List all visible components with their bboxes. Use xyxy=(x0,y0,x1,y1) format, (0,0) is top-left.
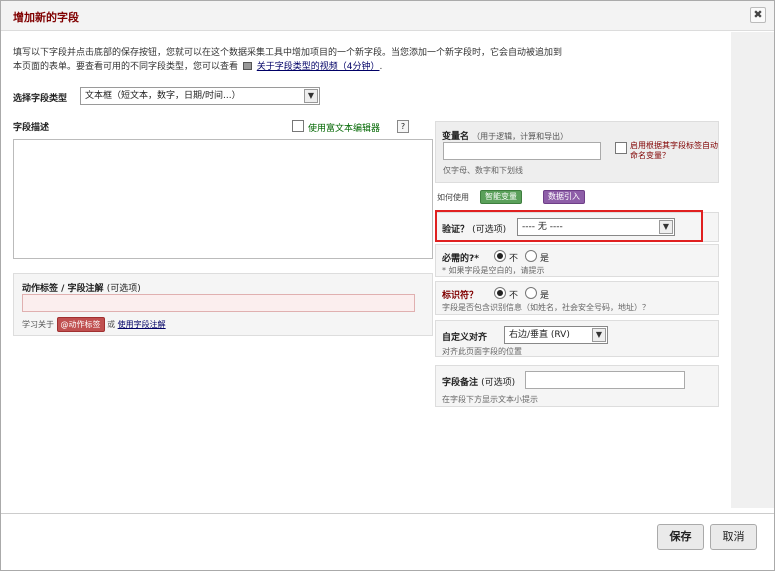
field-note-label-text: 字段备注 xyxy=(442,378,479,388)
footer-divider xyxy=(1,513,774,514)
action-tags-label: 动作标签 / 字段注解 (可选项) xyxy=(22,281,141,294)
smart-variables-button[interactable]: 智能变量 xyxy=(480,190,522,204)
field-annotation-link[interactable]: 使用字段注解 xyxy=(118,320,166,329)
dialog-content: 填写以下字段并点击底部的保存按钮，您就可以在这个数据采集工具中增加项目的一个新字… xyxy=(1,32,731,508)
rich-text-label[interactable]: 使用富文本编辑器 xyxy=(308,121,380,134)
required-yes-label: 是 xyxy=(540,254,550,264)
variable-name-input[interactable] xyxy=(443,142,601,160)
field-types-video-link[interactable]: 关于字段类型的视频（4分钟） xyxy=(257,62,380,72)
rich-text-checkbox[interactable] xyxy=(292,120,304,132)
variable-name-hint: （用于逻辑，计算和导出） xyxy=(472,132,569,141)
intro-line2: 本页面的表单。要查看可用的不同字段类型，您可以查看 xyxy=(13,62,239,72)
how-to-use-label: 如何使用 xyxy=(437,193,469,202)
close-icon[interactable]: ✖ xyxy=(750,7,766,23)
cancel-button[interactable]: 取消 xyxy=(710,524,757,550)
scroll-area[interactable] xyxy=(731,32,774,508)
field-type-value: 文本框（短文本，数字，日期/时间...） xyxy=(85,91,241,101)
identifier-note: 字段是否包含识别信息（如姓名，社会安全号码，地址）？ xyxy=(442,303,650,312)
alignment-value: 右边/垂直 (RV) xyxy=(509,330,570,340)
required-label: 必需的?* xyxy=(442,254,479,264)
field-note-input[interactable] xyxy=(525,371,685,389)
required-note: * 如果字段是空白的，请提示 xyxy=(442,266,545,275)
variable-name-note: 仅字母、数字和下划线 xyxy=(443,166,523,175)
field-type-label: 选择字段类型 xyxy=(13,94,68,104)
required-yes-radio[interactable] xyxy=(525,250,537,262)
required-no-label: 不 xyxy=(509,254,519,264)
intro-text: 填写以下字段并点击底部的保存按钮，您就可以在这个数据采集工具中增加项目的一个新字… xyxy=(13,46,693,74)
required-no-radio[interactable] xyxy=(494,250,506,262)
help-icon[interactable]: ? xyxy=(397,120,409,133)
field-note-section: 字段备注 (可选项) 在字段下方显示文本小提示 xyxy=(435,365,719,407)
learn-or: 或 xyxy=(107,320,116,329)
learn-prefix: 学习关于 xyxy=(22,320,54,329)
intro-suffix: . xyxy=(379,62,383,72)
save-button[interactable]: 保存 xyxy=(657,524,704,550)
auto-variable-checkbox[interactable] xyxy=(615,142,627,154)
identifier-no-label: 不 xyxy=(509,291,519,301)
identifier-yes-radio[interactable] xyxy=(525,287,537,299)
intro-line1: 填写以下字段并点击底部的保存按钮，您就可以在这个数据采集工具中增加项目的一个新字… xyxy=(13,48,563,58)
chevron-down-icon: ▼ xyxy=(304,89,318,103)
chevron-down-icon: ▼ xyxy=(592,328,606,342)
variable-name-label-text: 变量名 xyxy=(442,132,470,142)
field-note-hint: 在字段下方显示文本小提示 xyxy=(442,395,538,404)
field-description-textarea[interactable] xyxy=(13,139,433,259)
piping-button[interactable]: 数据引入 xyxy=(543,190,585,204)
identifier-no-radio[interactable] xyxy=(494,287,506,299)
field-note-label: 字段备注 (可选项) xyxy=(442,375,515,388)
variable-name-section: 变量名 （用于逻辑，计算和导出） 仅字母、数字和下划线 启用根据其字段标签自动命… xyxy=(435,121,719,183)
identifier-label: 标识符？ xyxy=(442,291,479,301)
action-tags-label-text: 动作标签 / 字段注解 xyxy=(22,284,104,294)
field-description-label: 字段描述 xyxy=(13,123,50,133)
add-field-dialog: 增加新的字段 ✖ 填写以下字段并点击底部的保存按钮，您就可以在这个数据采集工具中… xyxy=(0,0,775,571)
alignment-select[interactable]: 右边/垂直 (RV) ▼ xyxy=(504,326,608,344)
identifier-section: 标识符？ 不 是 字段是否包含识别信息（如姓名，社会安全号码，地址）？ xyxy=(435,281,719,315)
action-tags-learn: 学习关于 @动作标签 或 使用字段注解 xyxy=(22,317,166,332)
field-note-optional: (可选项) xyxy=(481,378,516,388)
validation-highlight-box xyxy=(435,210,703,242)
variable-name-label: 变量名 （用于逻辑，计算和导出） xyxy=(442,129,568,142)
action-tags-badge-button[interactable]: @动作标签 xyxy=(56,317,105,332)
film-icon xyxy=(242,62,252,70)
action-tags-section: 动作标签 / 字段注解 (可选项) 学习关于 @动作标签 或 使用字段注解 xyxy=(13,273,433,336)
identifier-yes-label: 是 xyxy=(540,291,550,301)
auto-variable-label[interactable]: 启用根据其字段标签自动命名变量？ xyxy=(630,141,720,161)
alignment-note: 对齐此页面字段的位置 xyxy=(442,347,522,356)
required-section: 必需的?* 不 是 * 如果字段是空白的，请提示 xyxy=(435,244,719,277)
action-tags-input[interactable] xyxy=(22,294,415,312)
action-tags-optional: (可选项) xyxy=(106,284,141,294)
dialog-title: 增加新的字段 xyxy=(13,11,79,24)
field-type-select[interactable]: 文本框（短文本，数字，日期/时间...） ▼ xyxy=(80,87,320,105)
dialog-titlebar: 增加新的字段 ✖ xyxy=(1,1,774,31)
alignment-section: 自定义对齐 右边/垂直 (RV) ▼ 对齐此页面字段的位置 xyxy=(435,320,719,357)
alignment-label: 自定义对齐 xyxy=(442,333,488,343)
